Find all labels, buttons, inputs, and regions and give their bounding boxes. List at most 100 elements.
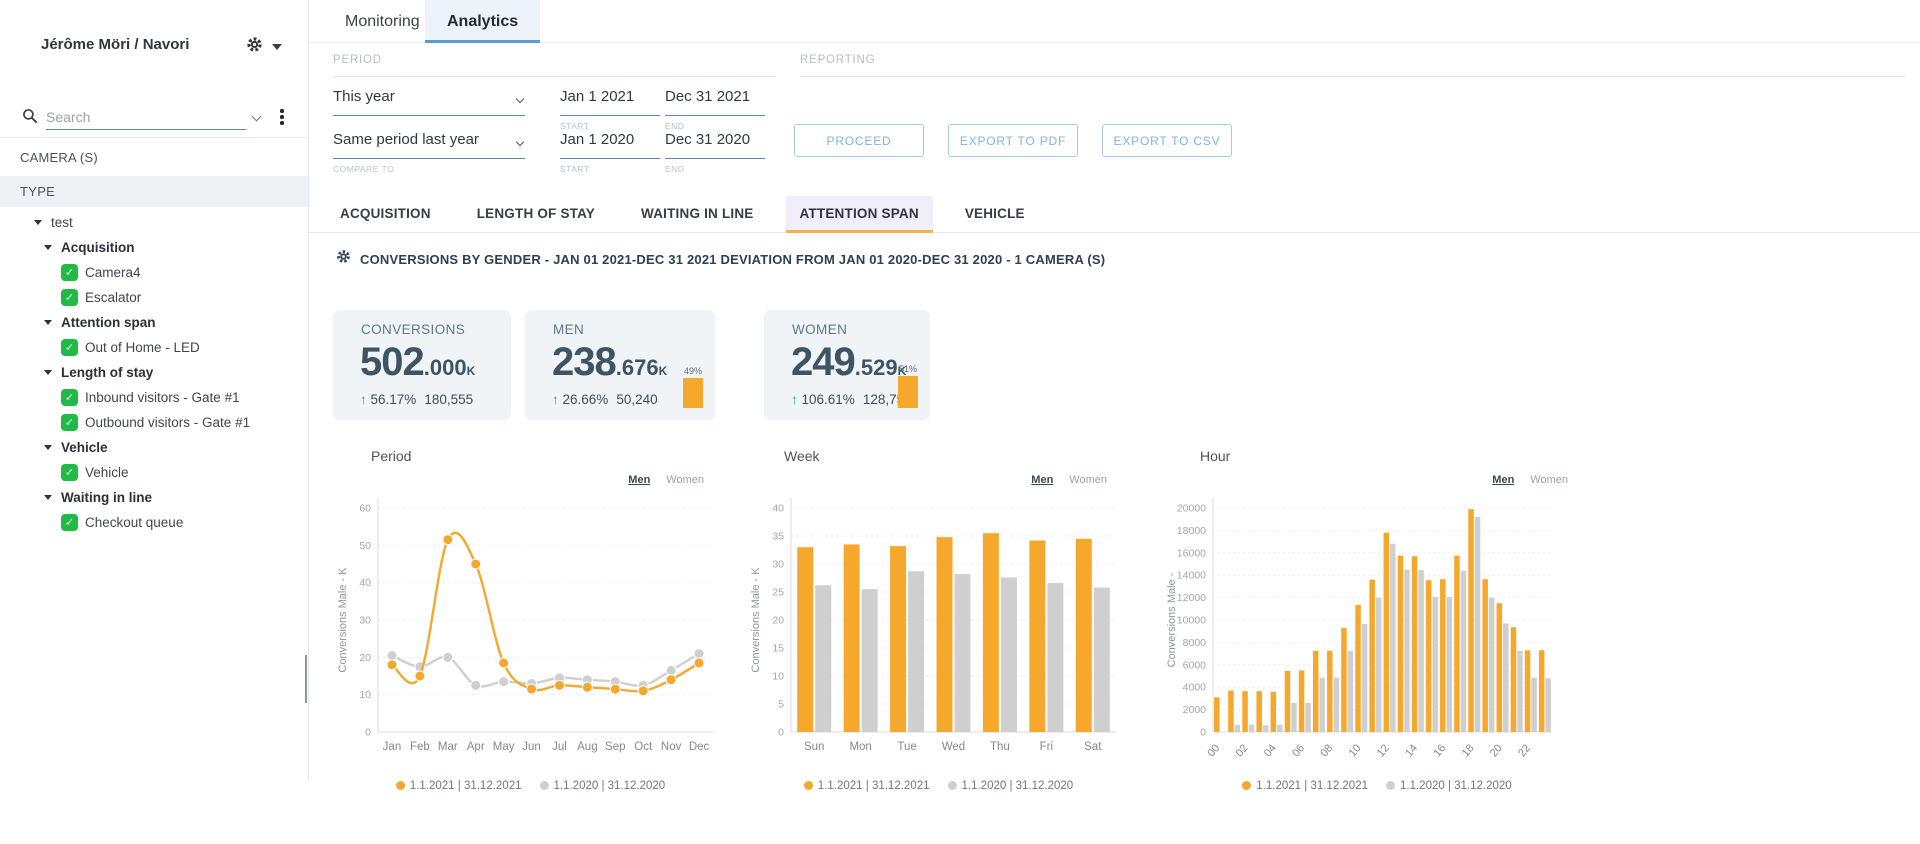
- checkbox-checked-icon[interactable]: ✓: [61, 464, 78, 481]
- svg-text:30: 30: [772, 559, 784, 571]
- subtab-vehicle[interactable]: VEHICLE: [951, 196, 1039, 233]
- svg-text:16: 16: [1431, 742, 1448, 759]
- legend-women-toggle[interactable]: Women: [1530, 474, 1568, 486]
- checkbox-checked-icon[interactable]: ✓: [61, 339, 78, 356]
- tree-item-checkout-queue[interactable]: ✓ Checkout queue: [0, 510, 308, 535]
- tree-item-inbound-visitors[interactable]: ✓ Inbound visitors - Gate #1: [0, 385, 308, 410]
- stat-card-value: 238.676K: [552, 340, 667, 385]
- svg-text:Wed: Wed: [942, 741, 965, 753]
- report-settings-gear-icon[interactable]: [336, 249, 351, 269]
- stat-card-conversions: CONVERSIONS 502.000K ↑ 56.17% 180,555: [333, 310, 511, 420]
- tree-group-label: Waiting in line: [61, 490, 152, 505]
- compare-end-field[interactable]: Dec 31 2020: [665, 131, 765, 159]
- chart-period: Period MenWomen 0102030405060JanFebMarAp…: [333, 448, 728, 792]
- svg-text:22: 22: [1516, 742, 1533, 759]
- hour-bar-chart[interactable]: 0200040006000800010000120001400016000180…: [1162, 482, 1562, 778]
- legend-men-toggle[interactable]: Men: [1031, 474, 1053, 486]
- svg-text:0: 0: [778, 727, 784, 739]
- search-input[interactable]: [46, 104, 246, 130]
- search-chevron-down-icon[interactable]: [252, 112, 262, 122]
- stat-card-delta: ↑ 26.66% 50,240: [552, 392, 658, 407]
- svg-text:35: 35: [772, 531, 784, 543]
- compare-to-label: COMPARE TO: [333, 164, 394, 174]
- period-start-field[interactable]: Jan 1 2021: [560, 88, 660, 116]
- tree-group-waiting-in-line[interactable]: Waiting in line: [0, 485, 308, 510]
- stat-value-decimal: .676: [616, 355, 659, 381]
- checkbox-checked-icon[interactable]: ✓: [61, 289, 78, 306]
- user-menu-chevron-down-icon[interactable]: [272, 44, 282, 50]
- tree-item-outbound-visitors[interactable]: ✓ Outbound visitors - Gate #1: [0, 410, 308, 435]
- legend-men-toggle[interactable]: Men: [1492, 474, 1514, 486]
- export-pdf-button[interactable]: EXPORT TO PDF: [948, 124, 1078, 157]
- svg-text:6000: 6000: [1183, 659, 1207, 671]
- checkbox-checked-icon[interactable]: ✓: [61, 389, 78, 406]
- period-end-field[interactable]: Dec 31 2021: [665, 88, 765, 116]
- tree-node-test[interactable]: test: [0, 210, 308, 235]
- svg-text:Thu: Thu: [990, 741, 1010, 753]
- tree-item-out-of-home-led[interactable]: ✓ Out of Home - LED: [0, 335, 308, 360]
- chart-series-legend: 1.1.2021 | 31.12.2021 1.1.2020 | 31.12.2…: [746, 780, 1131, 792]
- chart-title: Week: [784, 448, 1131, 464]
- subtab-acquisition[interactable]: ACQUISITION: [326, 196, 445, 233]
- proceed-button[interactable]: PROCEED: [794, 124, 924, 157]
- settings-gear-icon[interactable]: [246, 36, 263, 58]
- type-row[interactable]: TYPE: [0, 176, 308, 207]
- tree-item-label: Inbound visitors - Gate #1: [85, 390, 240, 405]
- period-preset-select[interactable]: This year: [333, 88, 525, 116]
- report-title-row: CONVERSIONS BY GENDER - JAN 01 2021-DEC …: [336, 249, 1105, 269]
- stat-value-main: 238: [552, 340, 616, 385]
- tree-item-escalator[interactable]: ✓ Escalator: [0, 285, 308, 310]
- tree-item-vehicle[interactable]: ✓ Vehicle: [0, 460, 308, 485]
- sidebar-kebab-menu-icon[interactable]: [280, 109, 284, 128]
- svg-text:20: 20: [1488, 742, 1505, 759]
- compare-start-field[interactable]: Jan 1 2020: [560, 131, 660, 159]
- subtab-attention-span[interactable]: ATTENTION SPAN: [786, 196, 933, 233]
- tree-caret-icon[interactable]: [44, 445, 52, 450]
- delta-percent: 26.66%: [563, 392, 609, 407]
- svg-text:Sun: Sun: [804, 741, 824, 753]
- tree-caret-icon[interactable]: [34, 220, 42, 225]
- tab-monitoring[interactable]: Monitoring: [323, 0, 442, 43]
- week-bar-chart[interactable]: 0510152025303540SunMonTueWedThuFriSatCon…: [746, 482, 1126, 778]
- export-csv-button[interactable]: EXPORT TO CSV: [1102, 124, 1232, 157]
- svg-text:Sat: Sat: [1084, 741, 1102, 753]
- svg-text:Fri: Fri: [1040, 741, 1053, 753]
- svg-text:50: 50: [359, 540, 371, 552]
- tree-caret-icon[interactable]: [44, 370, 52, 375]
- tree-group-length-of-stay[interactable]: Length of stay: [0, 360, 308, 385]
- tree-caret-icon[interactable]: [44, 245, 52, 250]
- series-dot-2021: [396, 781, 405, 790]
- tree-group-vehicle[interactable]: Vehicle: [0, 435, 308, 460]
- period-line-chart[interactable]: 0102030405060JanFebMarAprMayJunJulAugSep…: [333, 482, 723, 778]
- tab-analytics[interactable]: Analytics: [425, 0, 540, 43]
- report-title: CONVERSIONS BY GENDER - JAN 01 2021-DEC …: [360, 252, 1105, 267]
- subtab-waiting-in-line[interactable]: WAITING IN LINE: [627, 196, 768, 233]
- stat-card-men: MEN 238.676K ↑ 26.66% 50,240 49%: [525, 310, 715, 420]
- tree-item-camera4[interactable]: ✓ Camera4: [0, 260, 308, 285]
- reporting-section-label: REPORTING: [800, 54, 875, 66]
- tree-caret-icon[interactable]: [44, 320, 52, 325]
- legend-women-toggle[interactable]: Women: [666, 474, 704, 486]
- tree-caret-icon[interactable]: [44, 495, 52, 500]
- tree-group-acquisition[interactable]: Acquisition: [0, 235, 308, 260]
- period-preset-value: This year: [333, 88, 395, 105]
- checkbox-checked-icon[interactable]: ✓: [61, 264, 78, 281]
- chart-series-legend: 1.1.2021 | 31.12.2021 1.1.2020 | 31.12.2…: [333, 780, 728, 792]
- checkbox-checked-icon[interactable]: ✓: [61, 514, 78, 531]
- app-root: Jérôme Möri / Navori CAMERA (S) TYPE tes…: [0, 0, 1920, 844]
- sidebar-scrollbar[interactable]: [305, 655, 307, 703]
- legend-men-toggle[interactable]: Men: [628, 474, 650, 486]
- checkbox-checked-icon[interactable]: ✓: [61, 414, 78, 431]
- end-label: END: [665, 121, 684, 131]
- sidebar: Jérôme Möri / Navori CAMERA (S) TYPE tes…: [0, 0, 308, 844]
- stat-value-unit: K: [659, 364, 668, 378]
- svg-text:Jun: Jun: [522, 741, 541, 753]
- legend-women-toggle[interactable]: Women: [1069, 474, 1107, 486]
- search-icon: [22, 108, 38, 129]
- tree-group-attention-span[interactable]: Attention span: [0, 310, 308, 335]
- svg-text:Mar: Mar: [438, 741, 458, 753]
- svg-text:May: May: [493, 741, 515, 753]
- svg-text:Oct: Oct: [634, 741, 653, 753]
- compare-preset-select[interactable]: Same period last year: [333, 131, 525, 159]
- subtab-length-of-stay[interactable]: LENGTH OF STAY: [463, 196, 609, 233]
